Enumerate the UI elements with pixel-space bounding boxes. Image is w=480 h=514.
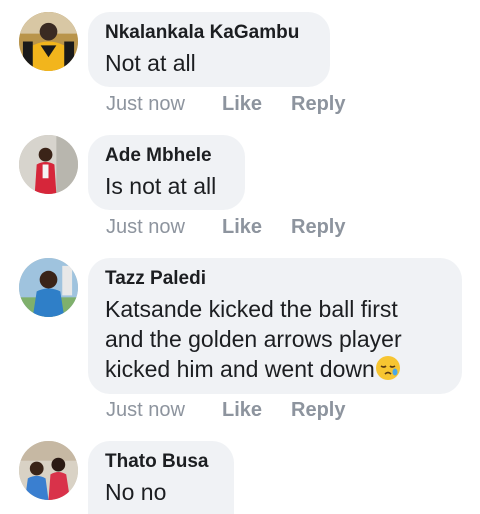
comment-bubble: Thato Busa No no bbox=[88, 441, 234, 514]
comment-text: Katsande kicked the ball first and the g… bbox=[105, 294, 446, 384]
comment-text-line: and the golden arrows player bbox=[105, 326, 402, 352]
comment-bubble: Tazz Paledi Katsande kicked the ball fir… bbox=[88, 258, 462, 394]
comment-bubble: Nkalankala KaGambu Not at all bbox=[88, 12, 330, 87]
profile-photo bbox=[19, 441, 78, 500]
like-button[interactable]: Like bbox=[222, 216, 262, 239]
comment-author[interactable]: Thato Busa bbox=[105, 451, 218, 473]
avatar[interactable] bbox=[19, 135, 78, 194]
reply-button[interactable]: Reply bbox=[291, 399, 345, 422]
timestamp-link[interactable]: Just now bbox=[106, 399, 185, 422]
avatar[interactable] bbox=[19, 258, 78, 317]
comment-text: Not at all bbox=[105, 50, 196, 76]
reply-button[interactable]: Reply bbox=[291, 93, 345, 116]
comment-text-line: kicked him and went down bbox=[105, 354, 446, 384]
avatar[interactable] bbox=[19, 12, 78, 71]
like-button[interactable]: Like bbox=[222, 93, 262, 116]
comment-author[interactable]: Tazz Paledi bbox=[105, 268, 446, 290]
reply-button[interactable]: Reply bbox=[291, 216, 345, 239]
comment-text-line: Katsande kicked the ball first bbox=[105, 296, 398, 322]
comment-text-line-text: kicked him and went down bbox=[105, 356, 375, 382]
sleepy-face-emoji bbox=[375, 356, 400, 380]
profile-photo bbox=[19, 135, 78, 194]
timestamp-link[interactable]: Just now bbox=[106, 216, 185, 239]
profile-photo bbox=[19, 12, 78, 71]
comment-text: Is not at all bbox=[105, 173, 217, 199]
profile-photo bbox=[19, 258, 78, 317]
comment-author[interactable]: Nkalankala KaGambu bbox=[105, 22, 314, 44]
like-button[interactable]: Like bbox=[222, 399, 262, 422]
avatar[interactable] bbox=[19, 441, 78, 500]
comment-bubble: Ade Mbhele Is not at all bbox=[88, 135, 245, 210]
comment-author[interactable]: Ade Mbhele bbox=[105, 145, 229, 167]
comment-text: No no bbox=[105, 479, 167, 505]
timestamp-link[interactable]: Just now bbox=[106, 93, 185, 116]
